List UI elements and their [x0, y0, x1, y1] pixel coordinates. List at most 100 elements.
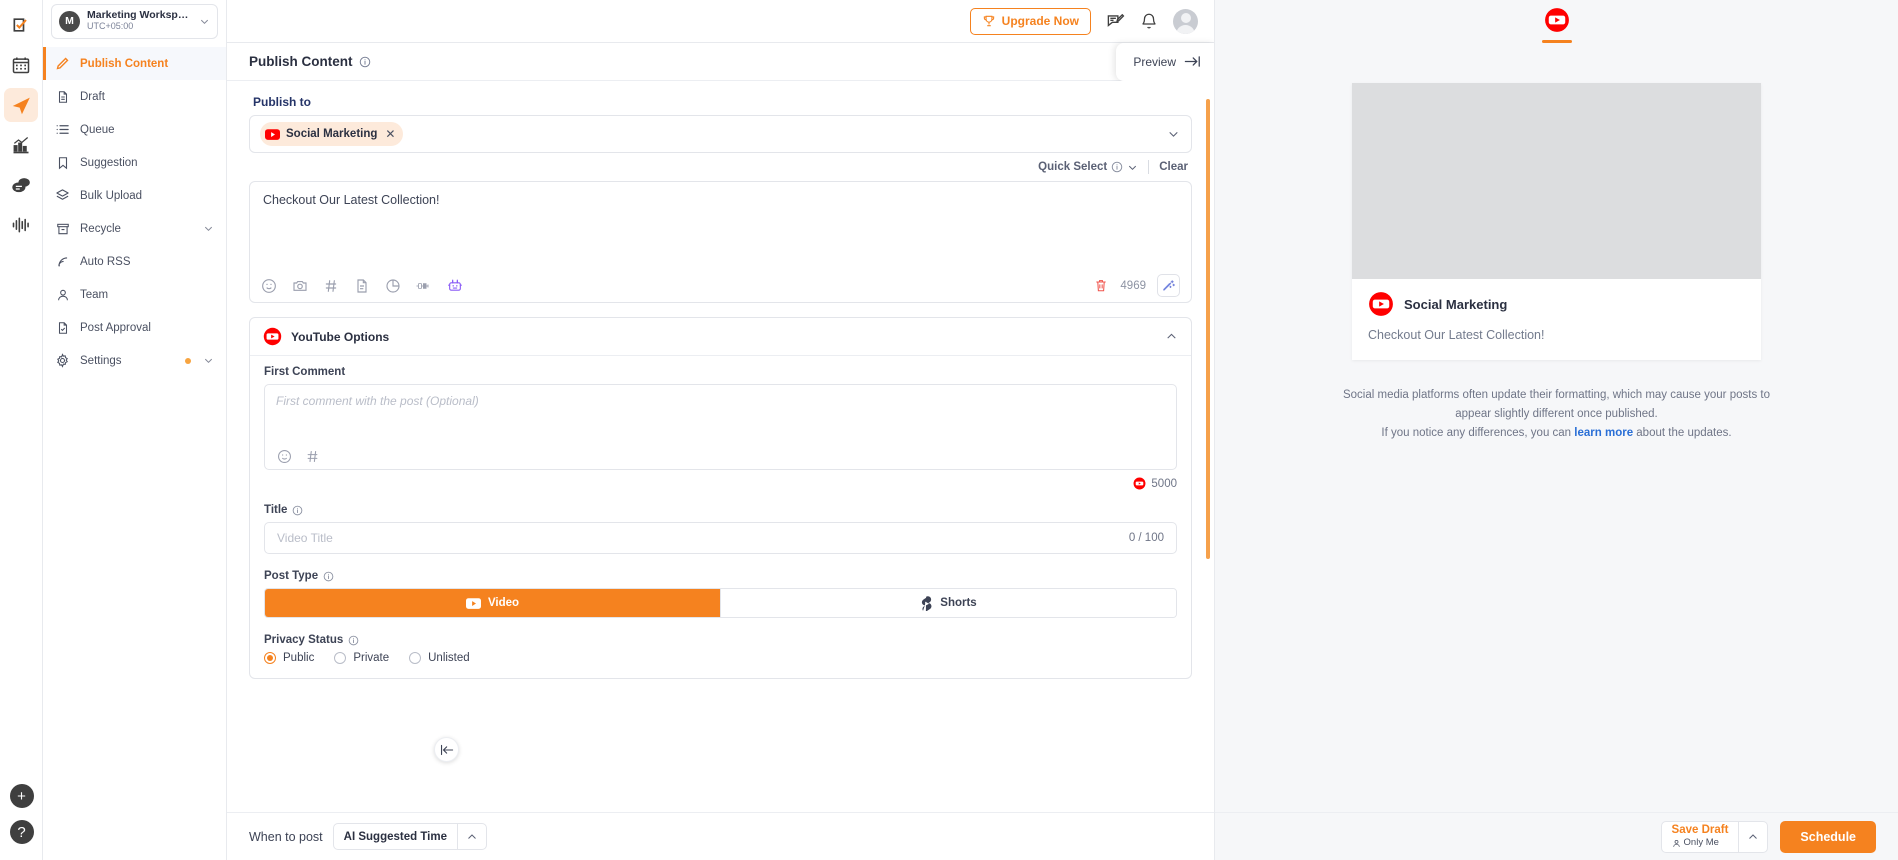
- privacy-option-unlisted[interactable]: Unlisted: [409, 652, 470, 664]
- privacy-status-label: Privacy Status: [264, 634, 1177, 646]
- paper-plane-icon: [11, 95, 32, 116]
- composer-char-count: 4969: [1120, 279, 1146, 292]
- sidebar-item-auto-rss[interactable]: Auto RSS: [43, 245, 226, 278]
- workspace-text: Marketing Workspa... UTC+05:00: [87, 10, 192, 32]
- post-type-option-shorts[interactable]: Shorts: [721, 589, 1176, 617]
- workspace-name: Marketing Workspa...: [87, 9, 192, 21]
- emoji-icon[interactable]: [276, 448, 292, 464]
- schedule-button[interactable]: Schedule: [1780, 820, 1876, 853]
- rail-item-calendar[interactable]: [4, 48, 38, 82]
- composer-textarea[interactable]: Checkout Our Latest Collection!: [250, 182, 1191, 269]
- user-avatar-icon[interactable]: [1173, 8, 1198, 34]
- radio-indicator: [409, 652, 422, 664]
- page-header: Publish Content Preview: [227, 42, 1214, 81]
- privacy-option-public[interactable]: Public: [264, 652, 314, 664]
- preview-post-text: Checkout Our Latest Collection!: [1368, 328, 1545, 342]
- info-circle-icon[interactable]: [323, 571, 334, 582]
- preview-disclaimer-line3-post: about the updates.: [1633, 426, 1732, 439]
- pie-chart-icon[interactable]: [385, 278, 401, 294]
- first-comment-label: First Comment: [264, 366, 1177, 378]
- sidebar-item-label: Team: [80, 288, 109, 301]
- preview-account-name: Social Marketing: [1404, 296, 1508, 312]
- save-draft-button[interactable]: Save Draft Only Me: [1660, 820, 1769, 853]
- sidebar-item-team[interactable]: Team: [43, 278, 226, 311]
- rail-item-tasks[interactable]: [4, 8, 38, 42]
- document-icon[interactable]: [354, 278, 370, 294]
- chevron-down-icon: [203, 223, 214, 234]
- sidebar-item-bulk-upload[interactable]: Bulk Upload: [43, 179, 226, 212]
- preview-post-meta: Social Marketing Checkout Our Latest Col…: [1352, 279, 1761, 360]
- hashtag-icon[interactable]: [323, 278, 339, 294]
- learn-more-link[interactable]: learn more: [1574, 427, 1633, 439]
- workspace-timezone: UTC+05:00: [87, 21, 134, 32]
- close-icon[interactable]: ✕: [385, 127, 395, 141]
- rail-item-inbox[interactable]: [4, 168, 38, 202]
- sidebar-item-draft[interactable]: Draft: [43, 80, 226, 113]
- publish-to-account-select[interactable]: Social Marketing ✕: [249, 115, 1192, 153]
- ai-robot-icon[interactable]: [447, 278, 463, 294]
- first-comment-counter: 5000: [264, 477, 1177, 490]
- sidebar-item-publish-content[interactable]: Publish Content: [43, 47, 226, 80]
- sidebar-item-label: Auto RSS: [80, 255, 131, 268]
- magic-wand-button[interactable]: [1157, 274, 1180, 297]
- upgrade-now-button[interactable]: Upgrade Now: [969, 7, 1091, 35]
- preview-post-card: Social Marketing Checkout Our Latest Col…: [1352, 83, 1761, 360]
- trash-icon[interactable]: [1093, 278, 1109, 294]
- sidebar-item-label: Publish Content: [80, 57, 169, 70]
- post-type-segmented-control: Video Shorts: [264, 588, 1177, 618]
- account-chip[interactable]: Social Marketing ✕: [260, 122, 404, 146]
- post-type-label-text: Post Type: [264, 570, 319, 582]
- save-draft-visibility: Only Me: [1672, 837, 1729, 849]
- schedule-bar: When to post AI Suggested Time: [227, 812, 1214, 860]
- clear-button[interactable]: Clear: [1159, 161, 1188, 173]
- sidebar-item-label: Draft: [80, 90, 105, 103]
- user-icon: [55, 287, 70, 302]
- sidebar-collapse-handle[interactable]: [434, 737, 459, 762]
- page-title: Publish Content: [249, 54, 371, 69]
- rail-item-audio[interactable]: [4, 208, 38, 242]
- preview-tab-youtube[interactable]: [1541, 7, 1572, 43]
- rail-item-analytics[interactable]: [4, 128, 38, 162]
- info-circle-icon[interactable]: [348, 635, 359, 646]
- info-circle-icon[interactable]: [359, 56, 371, 68]
- sidebar-item-label: Post Approval: [80, 321, 151, 334]
- post-type-option-video[interactable]: Video: [265, 589, 720, 617]
- emoji-icon[interactable]: [261, 278, 277, 294]
- workspace-switcher[interactable]: M Marketing Workspa... UTC+05:00: [51, 3, 218, 39]
- sidebar-item-settings[interactable]: Settings: [43, 344, 226, 377]
- sidebar-item-suggestion[interactable]: Suggestion: [43, 146, 226, 179]
- when-to-post-select[interactable]: AI Suggested Time: [332, 823, 487, 850]
- sidebar-item-recycle[interactable]: Recycle: [43, 212, 226, 245]
- radio-indicator: [334, 652, 347, 664]
- first-comment-input[interactable]: First comment with the post (Optional): [265, 385, 1176, 443]
- link-connector-icon[interactable]: [416, 278, 432, 294]
- rail-item-publish[interactable]: [4, 88, 38, 122]
- quick-select-button[interactable]: Quick Select: [1038, 161, 1138, 173]
- bell-icon[interactable]: [1139, 11, 1159, 31]
- privacy-option-private[interactable]: Private: [334, 652, 389, 664]
- chevron-up-icon[interactable]: [1738, 821, 1767, 852]
- sidebar-item-queue[interactable]: Queue: [43, 113, 226, 146]
- form-scrollbar[interactable]: [1206, 81, 1210, 812]
- info-circle-icon[interactable]: [292, 505, 303, 516]
- video-title-input[interactable]: Video Title 0 / 100: [264, 522, 1177, 554]
- audio-waveform-icon: [11, 215, 31, 235]
- preview-account-row: Social Marketing: [1368, 291, 1745, 317]
- account-chip-label: Social Marketing: [286, 128, 378, 140]
- bookmark-icon: [55, 155, 70, 170]
- add-button[interactable]: +: [9, 784, 34, 808]
- preview-toggle-button[interactable]: Preview: [1116, 42, 1214, 81]
- help-button[interactable]: ?: [9, 820, 34, 844]
- hashtag-icon[interactable]: [304, 448, 320, 464]
- title-label: Title: [264, 504, 1177, 516]
- camera-icon[interactable]: [292, 278, 308, 294]
- first-comment-toolbar: [265, 443, 1176, 469]
- sidebar-item-post-approval[interactable]: Post Approval: [43, 311, 226, 344]
- compose-note-icon[interactable]: [1105, 11, 1125, 31]
- first-comment-count-value: 5000: [1151, 477, 1177, 490]
- chevron-down-icon[interactable]: [1167, 128, 1180, 141]
- preview-media-placeholder: [1352, 83, 1761, 279]
- document-icon: [55, 89, 70, 104]
- youtube-options-header[interactable]: YouTube Options: [250, 318, 1191, 356]
- form-scrollbar-thumb[interactable]: [1206, 99, 1210, 559]
